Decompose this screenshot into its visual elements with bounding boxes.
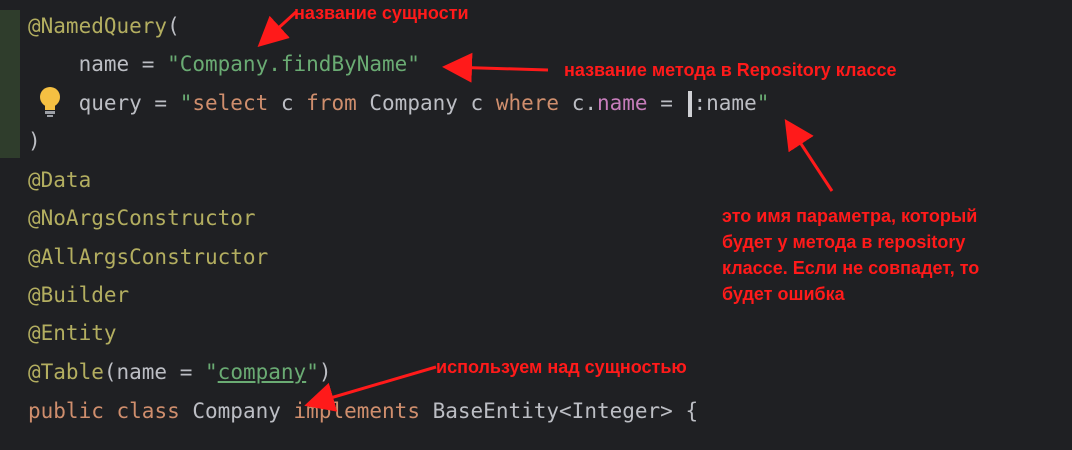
annotation-arrows	[257, 10, 834, 412]
arrow-entity-name	[257, 10, 298, 48]
arrow-method-name	[442, 52, 549, 83]
code-editor[interactable]: @NamedQuery( name = "Company.findByName"…	[0, 0, 1072, 450]
arrow-usage	[304, 365, 437, 412]
arrow-param-name	[784, 118, 834, 192]
